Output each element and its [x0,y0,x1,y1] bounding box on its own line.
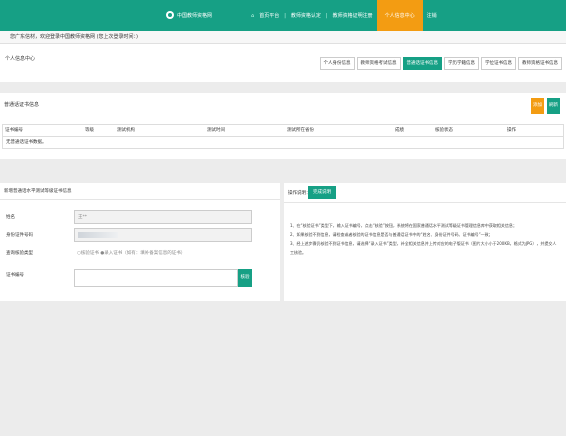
tab-education[interactable]: 学历学籍信息 [444,57,479,70]
refresh-button[interactable]: 刷新 [547,98,560,114]
id-field [74,228,252,242]
divider [284,202,566,203]
tab-identity[interactable]: 个人身份信息 [319,57,355,70]
logo-text: 中国教师资格网 [177,12,213,19]
name-field: 王** [74,210,252,224]
col-level: 等级 [85,128,94,133]
cert-no-label: 证书编号 [6,273,24,278]
instruction-line: 2、如果核验不到信息，请检查或者核验的证书信息是否与普通话证书中的“姓名、身份证… [290,232,493,237]
col-action: 操作 [507,128,516,133]
verify-type-radios[interactable]: ○核验证书 ●录入证书（如有：填补备案信息的证书） [74,247,252,261]
verify-type-label: 查询核验类型 [6,251,33,256]
divider [0,199,280,200]
instructions-panel: 操作说明： 完成说明 1、在“核验证书”类型下，输入证书编号，点击“核验”按钮，… [284,183,566,301]
site-logo[interactable]: 中国教师资格网 [166,11,212,19]
tab-degree[interactable]: 学位证书信息 [481,57,516,70]
section-title: 普通话证书信息 [4,102,40,108]
nav-logout[interactable]: 注销 [423,0,441,31]
col-status: 核验状态 [435,128,453,133]
col-cert-no: 证书编号 [5,128,23,133]
page-title: 个人信息中心 [5,56,36,62]
name-label: 姓名 [6,215,15,220]
table-header: 证书编号 等级 测试机构 测试时间 测试所在省份 成绩 核验状态 操作 [3,125,563,137]
nav-registration[interactable]: 教师资格证明注册 [329,0,377,31]
col-score: 成绩 [395,128,404,133]
nav-personal-center[interactable]: 个人信息中心 [376,0,423,31]
logo-icon [166,11,174,19]
col-province: 测试所在省份 [287,128,314,133]
tab-exam[interactable]: 教师资格考试信息 [356,57,401,70]
redacted-value [78,231,118,238]
verify-button[interactable]: 核验 [238,269,252,287]
tab-teacher-cert[interactable]: 教师资格证书信息 [518,57,562,70]
instruction-line: 1、在“核验证书”类型下，输入证书编号，点击“核验”按钮，系统将在国家普通话水平… [290,223,517,228]
tab-mandarin[interactable]: 普通话证书信息 [402,57,442,70]
empty-row: 无普通话证书数据。 [6,140,47,145]
welcome-text: 您广东信材，欢迎登录中国教师资格网 (您上次登录时间：) [10,34,138,40]
top-navbar: 中国教师资格网 ⌂ 首页平台 | 教师资格认定 | 教师资格证明注册 个人信息中… [0,0,566,31]
nav-certification[interactable]: 教师资格认定 [287,0,325,31]
id-label: 身份证件号码 [6,233,33,238]
add-button[interactable]: 添加 [531,98,544,114]
col-org: 测试机构 [117,128,135,133]
info-tabs: 个人身份信息 教师资格考试信息 普通话证书信息 学历学籍信息 学位证书信息 教师… [319,57,562,70]
main-nav: ⌂ 首页平台 | 教师资格认定 | 教师资格证明注册 个人信息中心 注销 [250,0,441,31]
cert-table: 证书编号 等级 测试机构 测试时间 测试所在省份 成绩 核验状态 操作 无普通话… [2,124,564,149]
instruction-line: 3、经上述步骤仍核验不到证书信息，请选择“录入证书”类型，补全相关信息并上传对应… [290,241,557,255]
instructions-button[interactable]: 完成说明 [308,186,336,199]
form-title: 新增普通话水平测试等级证书信息 [4,189,72,194]
cert-no-input[interactable] [74,269,238,287]
col-time: 测试时间 [207,128,225,133]
welcome-bar: 您广东信材，欢迎登录中国教师资格网 (您上次登录时间：) [0,31,566,44]
nav-home[interactable]: 首页平台 [255,0,283,31]
instructions-text: 1、在“核验证书”类型下，输入证书编号，点击“核验”按钮，系统将在国家普通话水平… [290,221,560,257]
